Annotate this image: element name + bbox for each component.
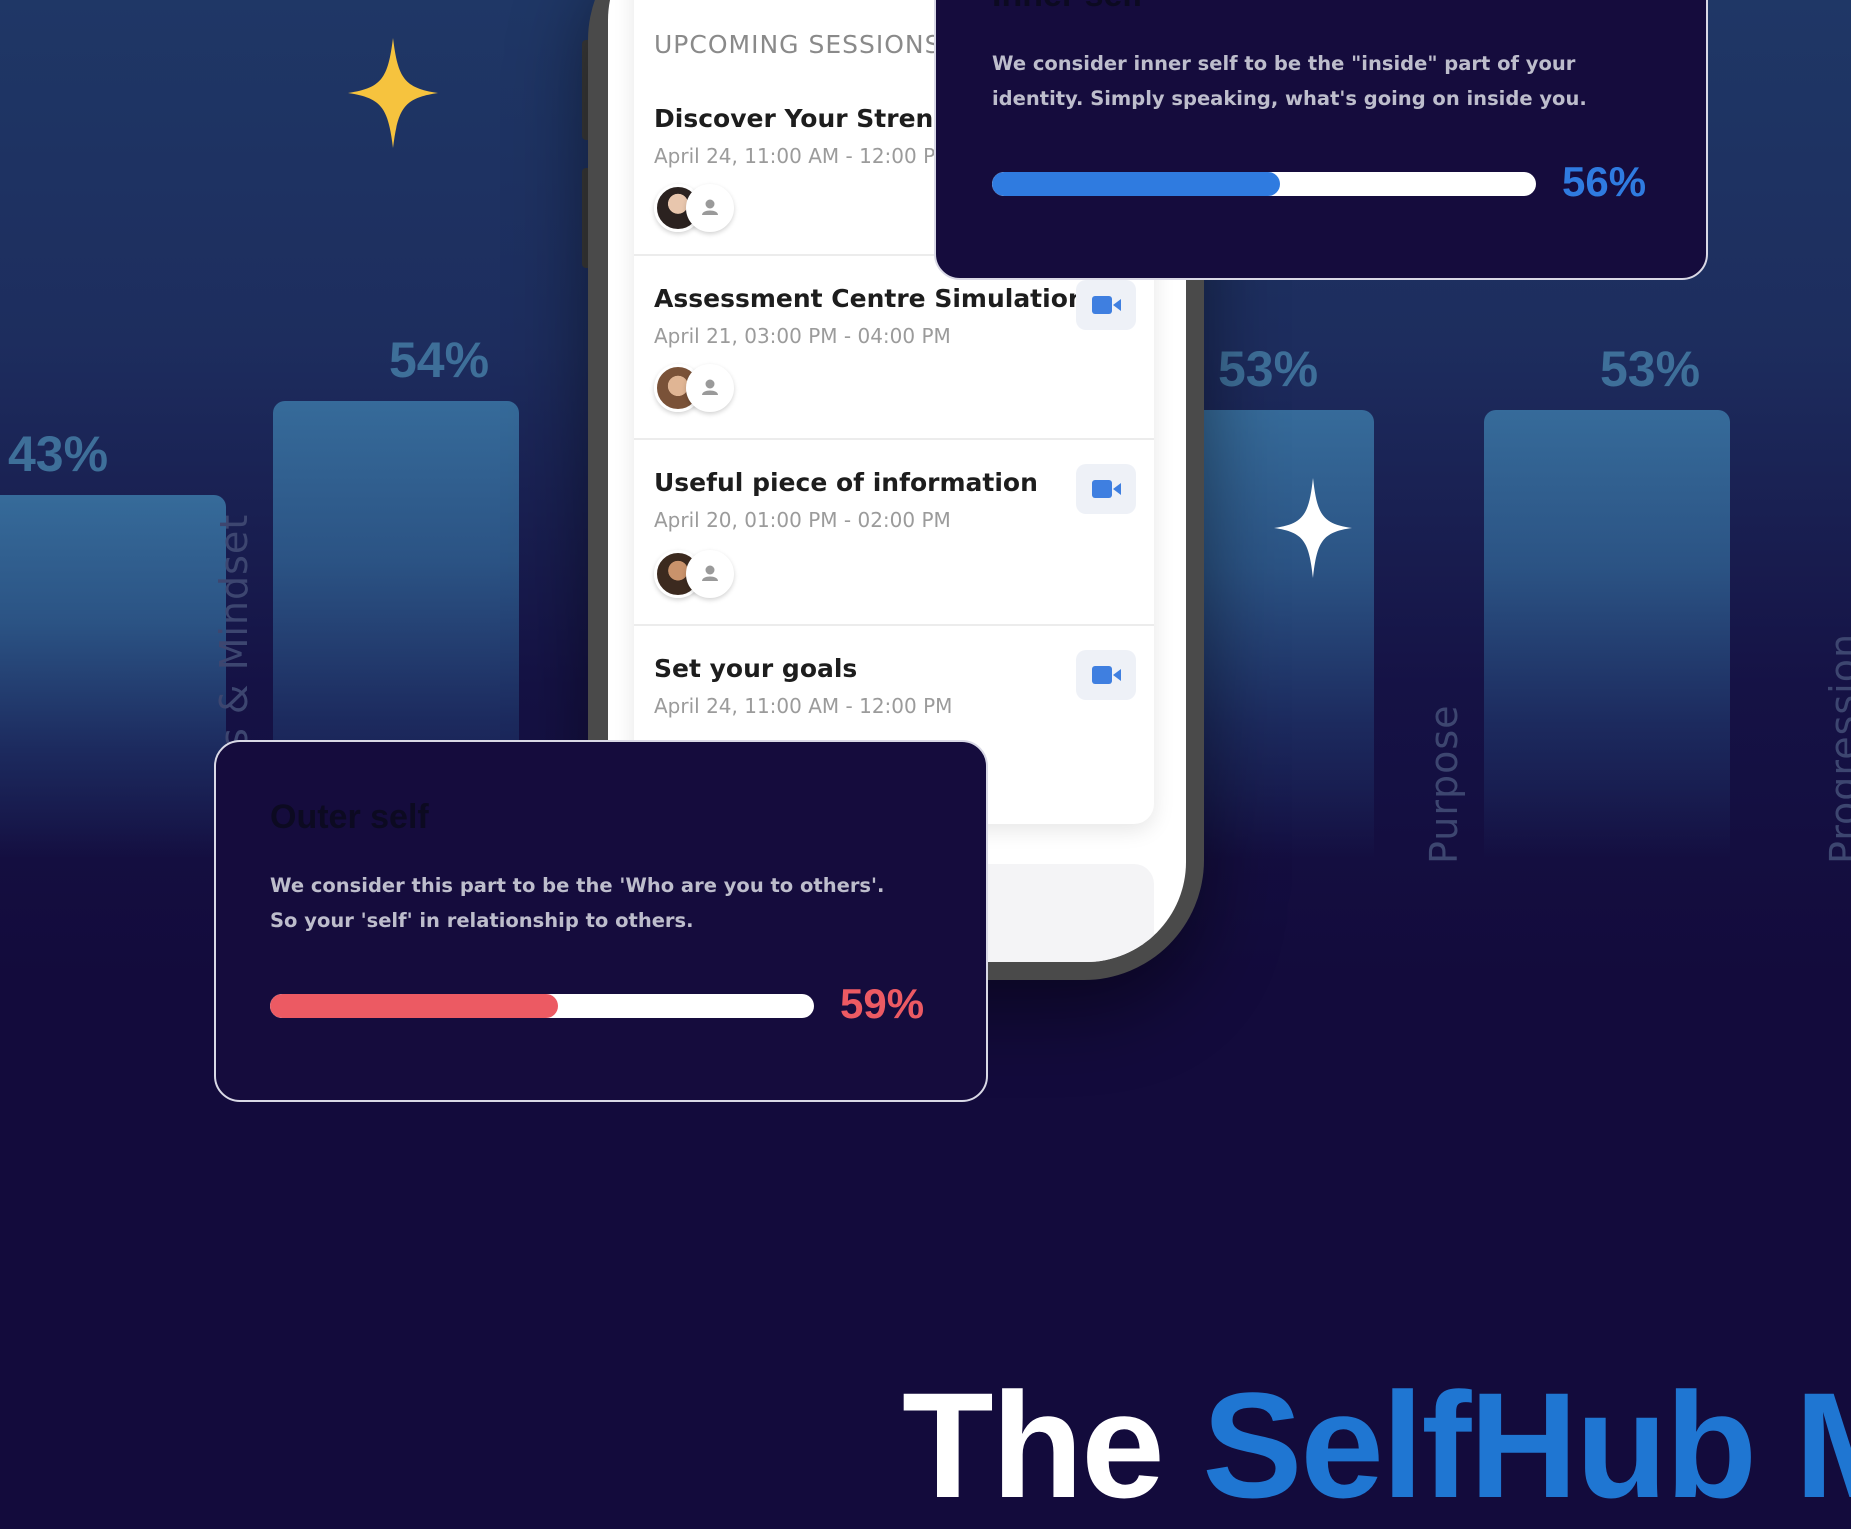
session-item[interactable]: Useful piece of information April 20, 01… bbox=[634, 438, 1154, 626]
video-call-button[interactable] bbox=[1076, 280, 1136, 330]
chart-value-label: 53% bbox=[1218, 340, 1319, 397]
outer-self-description: We consider this part to be the 'Who are… bbox=[270, 874, 885, 932]
user-icon bbox=[686, 364, 734, 412]
inner-self-description: We consider inner self to be the "inside… bbox=[992, 52, 1587, 110]
session-time: April 21, 03:00 PM - 04:00 PM bbox=[654, 324, 951, 348]
white-star-icon bbox=[1274, 478, 1352, 578]
inner-self-percent: 56% bbox=[1562, 158, 1647, 205]
inner-self-progress-fill bbox=[992, 172, 1281, 196]
chart-bar bbox=[0, 494, 226, 860]
session-time: April 24, 11:00 AM - 12:00 PM bbox=[654, 694, 953, 718]
gold-star-icon bbox=[348, 38, 438, 148]
session-title: Assessment Centre Simulation bbox=[654, 284, 1086, 313]
outer-self-progress-fill bbox=[270, 994, 559, 1018]
user-icon bbox=[686, 550, 734, 598]
chart-value-label: 53% bbox=[1600, 340, 1701, 397]
outer-self-title: Outer self bbox=[270, 798, 429, 836]
user-icon bbox=[686, 184, 734, 232]
category-label-mindset: s & Mindset bbox=[212, 513, 256, 748]
session-time: April 24, 11:00 AM - 12:00 PM bbox=[654, 144, 953, 168]
outer-self-card: Outer self We consider this part to be t… bbox=[214, 740, 988, 1102]
video-call-button[interactable] bbox=[1076, 650, 1136, 700]
session-item[interactable]: Assessment Centre Simulation April 21, 0… bbox=[634, 254, 1154, 440]
headline-prefix: The bbox=[902, 1361, 1203, 1529]
video-call-button[interactable] bbox=[1076, 464, 1136, 514]
chart-value-label: 43% bbox=[8, 425, 109, 482]
inner-self-title: Inner self bbox=[992, 0, 1143, 15]
inner-self-card: Inner self We consider inner self to be … bbox=[934, 0, 1708, 280]
session-title: Useful piece of information bbox=[654, 468, 1038, 497]
category-label-purpose: Purpose bbox=[1422, 704, 1466, 864]
session-title: Set your goals bbox=[654, 654, 858, 683]
chart-value-label: 54% bbox=[389, 332, 490, 388]
headline-accent: SelfHub M bbox=[1202, 1361, 1851, 1529]
video-camera-icon bbox=[1092, 666, 1121, 684]
sessions-heading: UPCOMING SESSIONS bbox=[654, 30, 942, 59]
inner-self-progress-track bbox=[992, 172, 1536, 196]
session-time: April 20, 01:00 PM - 02:00 PM bbox=[654, 508, 951, 532]
chart-bar bbox=[1484, 409, 1730, 860]
outer-self-progress-track bbox=[270, 994, 814, 1018]
video-camera-icon bbox=[1092, 296, 1121, 314]
outer-self-percent: 59% bbox=[840, 980, 925, 1027]
page-headline: The SelfHub M bbox=[902, 1370, 1851, 1520]
video-camera-icon bbox=[1092, 480, 1121, 498]
category-label-progression: Progression bbox=[1822, 632, 1851, 864]
